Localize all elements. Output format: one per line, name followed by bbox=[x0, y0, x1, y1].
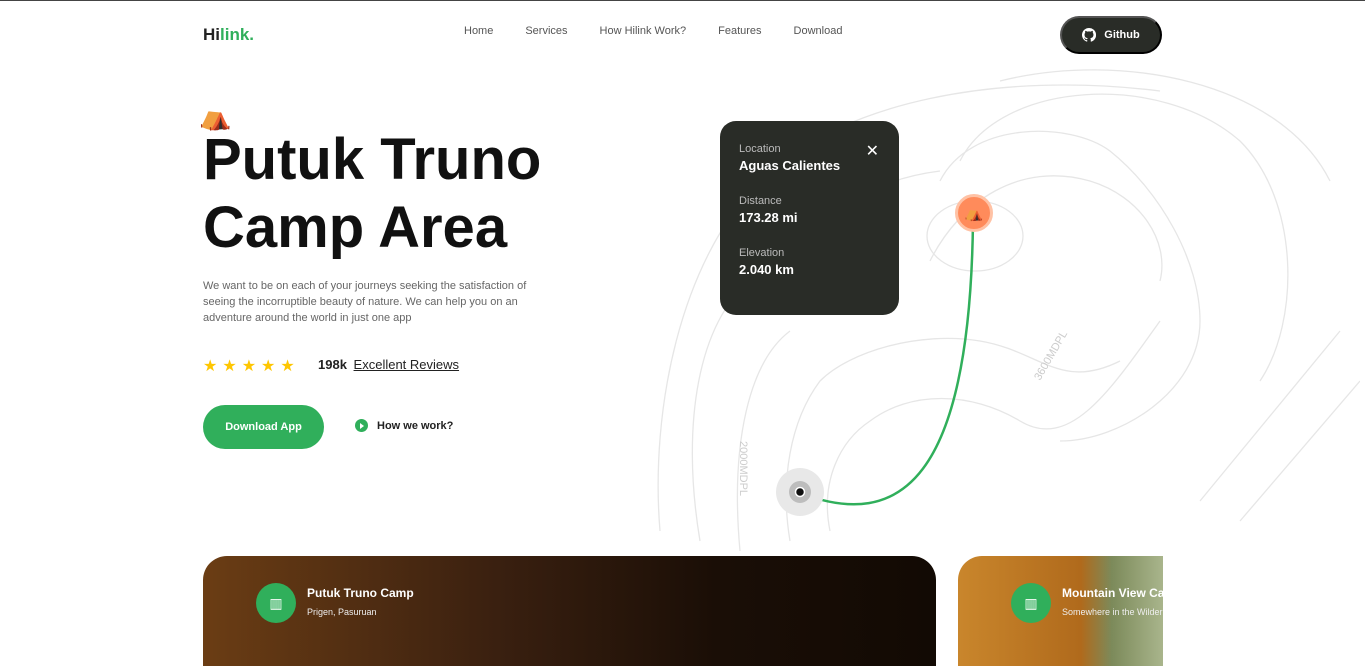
star-icon: ★ bbox=[203, 358, 223, 375]
github-button[interactable]: Github bbox=[1060, 16, 1162, 54]
place-card[interactable]: ▥ Putuk Truno Camp Prigen, Pasuruan bbox=[203, 556, 936, 666]
rating-stars: ★★★★★ bbox=[203, 356, 300, 376]
contour-label-3600: 3600MDPL bbox=[1032, 329, 1070, 383]
star-icon: ★ bbox=[261, 358, 281, 375]
play-icon bbox=[355, 419, 368, 432]
elevation-label: Elevation bbox=[739, 247, 785, 259]
logo-text: Hi bbox=[203, 25, 220, 44]
distance-value: 173.28 mi bbox=[739, 210, 798, 225]
nav-download[interactable]: Download bbox=[794, 25, 843, 37]
how-we-work-button[interactable]: How we work? bbox=[355, 419, 453, 432]
location-label: Location bbox=[739, 143, 781, 155]
distance-label: Distance bbox=[739, 195, 782, 207]
review-count: 198k bbox=[318, 357, 347, 372]
navbar: Hilink. Home Services How Hilink Work? F… bbox=[0, 1, 1365, 67]
close-icon[interactable]: ✕ bbox=[866, 141, 879, 161]
hero-description: We want to be on each of your journeys s… bbox=[203, 280, 527, 324]
hero-title: Putuk Truno Camp Area bbox=[203, 127, 542, 260]
place-title: Putuk Truno Camp bbox=[307, 586, 414, 600]
place-subtitle: Prigen, Pasuruan bbox=[307, 607, 377, 617]
contour-label-2000: 2000MDPL bbox=[737, 441, 749, 496]
download-app-button[interactable]: Download App bbox=[203, 405, 324, 449]
logo-text-accent: link. bbox=[220, 25, 255, 44]
nav-home[interactable]: Home bbox=[464, 25, 493, 37]
star-icon: ★ bbox=[280, 358, 300, 375]
destination-pin-icon[interactable]: ⛺ bbox=[955, 194, 993, 232]
star-icon: ★ bbox=[222, 358, 242, 375]
how-label: How we work? bbox=[377, 419, 454, 432]
elevation-value: 2.040 km bbox=[739, 262, 794, 277]
place-title: Mountain View Camp bbox=[1062, 586, 1163, 600]
nav-features[interactable]: Features bbox=[718, 25, 761, 37]
reviews: 198k Excellent Reviews bbox=[318, 357, 459, 372]
map-icon: ▥ bbox=[1011, 583, 1051, 623]
location-card: ✕ Location Aguas Calientes Distance 173.… bbox=[720, 121, 899, 315]
logo[interactable]: Hilink. bbox=[203, 25, 254, 45]
star-icon: ★ bbox=[241, 358, 262, 375]
nav-services[interactable]: Services bbox=[525, 25, 567, 37]
place-subtitle: Somewhere in the Wilderness bbox=[1062, 607, 1163, 617]
reviews-link[interactable]: Excellent Reviews bbox=[354, 357, 460, 372]
map-icon: ▥ bbox=[256, 583, 296, 623]
nav-how-it-works[interactable]: How Hilink Work? bbox=[600, 25, 687, 37]
github-label: Github bbox=[1104, 29, 1140, 41]
github-icon bbox=[1082, 28, 1097, 42]
location-value: Aguas Calientes bbox=[739, 158, 841, 173]
place-card[interactable]: ▥ Mountain View Camp Somewhere in the Wi… bbox=[958, 556, 1163, 666]
